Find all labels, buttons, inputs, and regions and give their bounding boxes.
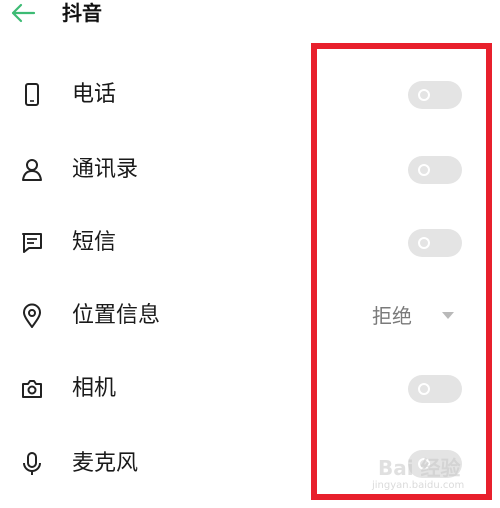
permission-row-phone: 电话 (0, 68, 500, 122)
message-icon (22, 233, 42, 253)
permission-label: 通讯录 (72, 157, 139, 182)
select-value: 拒绝 (372, 304, 412, 328)
permission-label: 相机 (72, 376, 117, 401)
permission-row-location: 位置信息 拒绝 (0, 289, 500, 343)
sms-toggle[interactable] (408, 229, 462, 257)
microphone-icon (23, 452, 41, 475)
toggle-knob (418, 164, 430, 176)
caret-down-icon (442, 312, 454, 319)
location-permission-select[interactable]: 拒绝 (372, 301, 464, 331)
toggle-knob (418, 237, 430, 249)
watermark-url: jingyan.baidu.com (372, 480, 465, 491)
page-title: 抖音 (62, 1, 102, 25)
app-header: 抖音 (0, 0, 500, 34)
camera-toggle[interactable] (408, 375, 462, 403)
camera-icon (22, 380, 42, 398)
permission-row-contacts: 通讯录 (0, 143, 500, 197)
toggle-knob (418, 383, 430, 395)
phone-icon (25, 83, 39, 106)
watermark-text: Bai 经验 (378, 456, 461, 480)
phone-toggle[interactable] (408, 81, 462, 109)
permission-row-camera: 相机 (0, 362, 500, 416)
permission-label: 位置信息 (72, 303, 161, 328)
arrow-left-icon[interactable] (10, 2, 36, 24)
toggle-knob (418, 89, 430, 101)
permission-label: 麦克风 (72, 451, 139, 476)
permission-row-sms: 短信 (0, 216, 500, 270)
contacts-toggle[interactable] (408, 156, 462, 184)
contact-icon (22, 159, 42, 181)
baidu-jingyan-watermark: Bai 经验 jingyan.baidu.com (372, 448, 476, 498)
location-icon (23, 303, 41, 328)
permission-label: 短信 (72, 230, 117, 255)
permission-label: 电话 (72, 82, 117, 107)
